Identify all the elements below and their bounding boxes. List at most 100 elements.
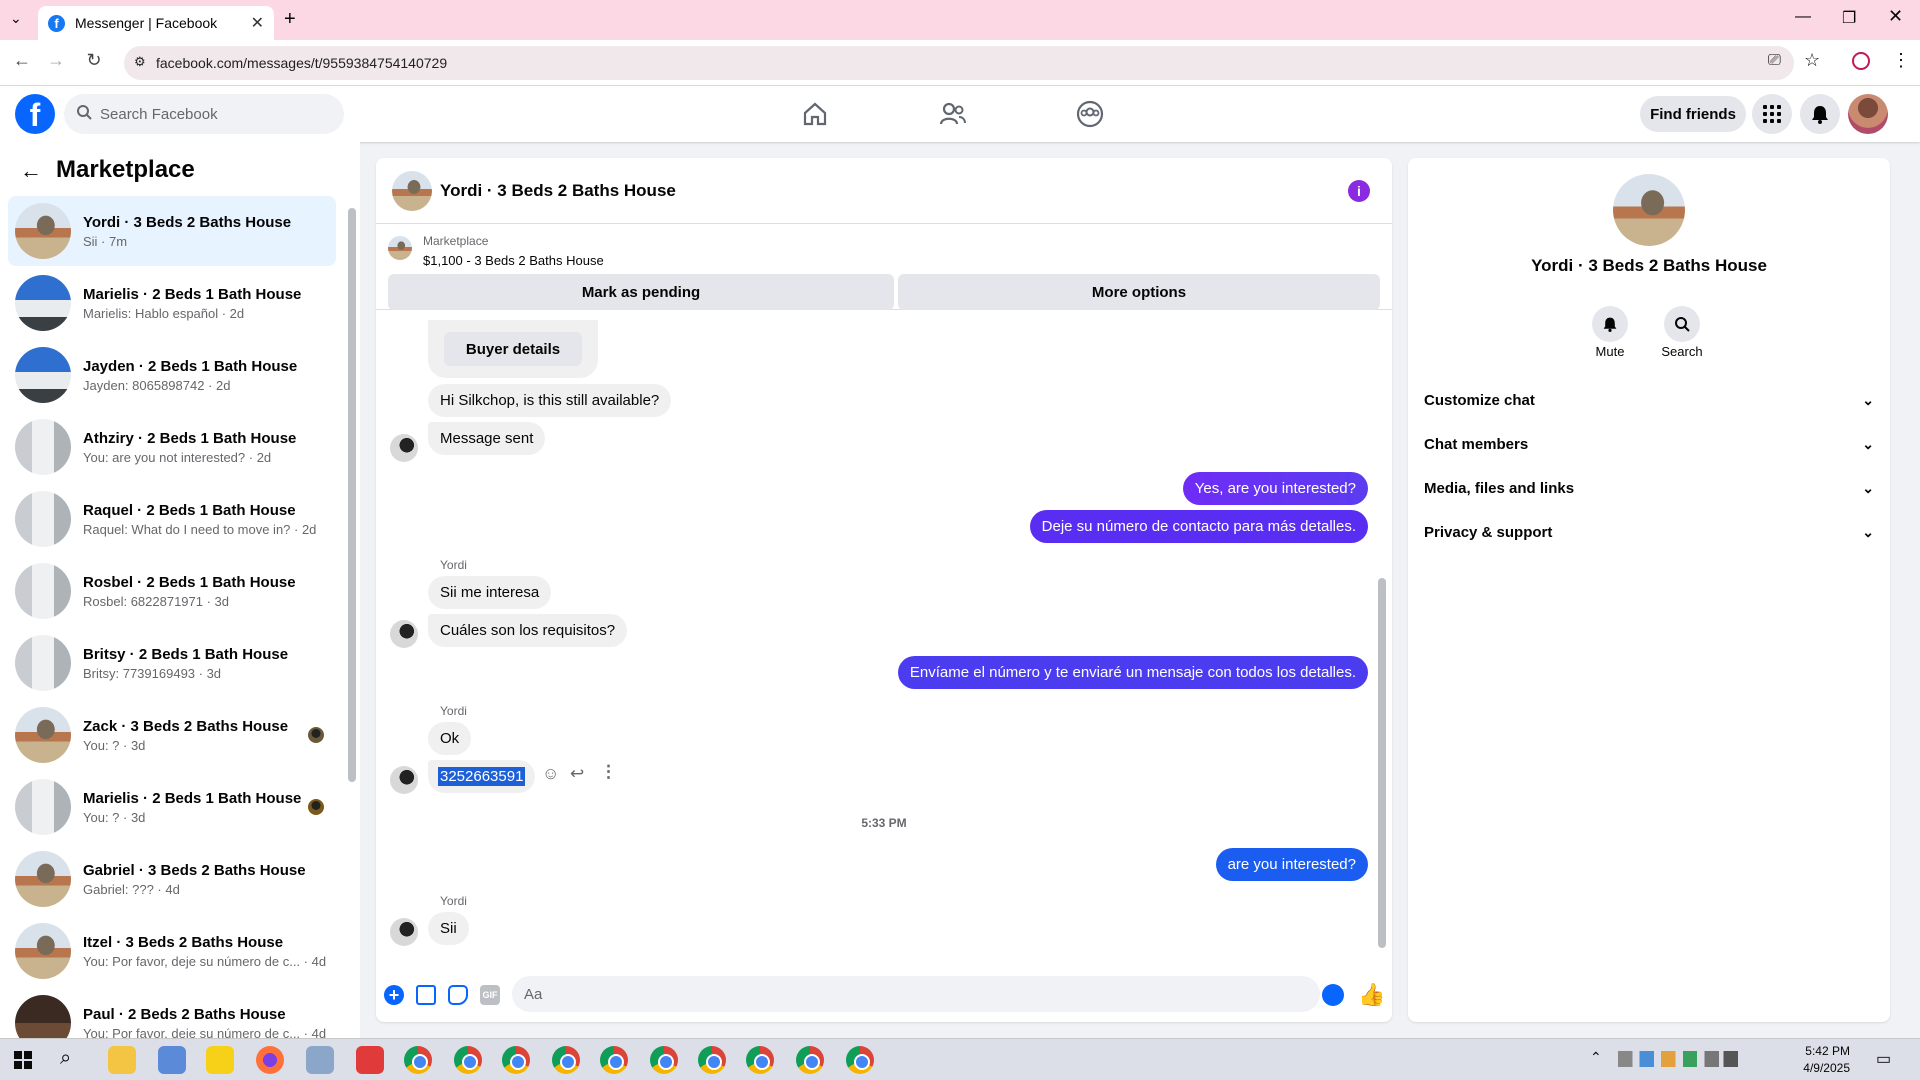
chrome-icon[interactable] xyxy=(650,1046,678,1074)
chat-list-item[interactable]: Jayden · 2 Beds 1 Bath House Jayden: 8065… xyxy=(8,340,336,410)
sticker-icon[interactable] xyxy=(448,985,468,1005)
clock-date[interactable]: 4/9/2025 xyxy=(1780,1061,1850,1075)
customize-chat-section[interactable]: Customize chat ⌄ xyxy=(1424,380,1874,420)
install-app-icon[interactable]: ⎚ xyxy=(1768,52,1781,70)
sender-avatar[interactable] xyxy=(390,434,418,462)
chat-list-scrollbar[interactable] xyxy=(348,208,356,782)
gif-icon[interactable]: GIF xyxy=(480,985,500,1005)
message-outgoing[interactable]: Deje su número de contacto para más deta… xyxy=(1029,510,1368,543)
chrome-icon[interactable] xyxy=(846,1046,874,1074)
app-icon[interactable] xyxy=(158,1046,186,1074)
message-outgoing[interactable]: Yes, are you interested? xyxy=(1182,472,1368,505)
browser-tab[interactable]: f Messenger | Facebook ✕ xyxy=(38,6,274,40)
message-outgoing[interactable]: Envíame el número y te enviaré un mensaj… xyxy=(897,656,1368,689)
mark-as-pending-button[interactable]: Mark as pending xyxy=(388,274,894,310)
friends-icon[interactable] xyxy=(935,96,971,132)
media-files-links-section[interactable]: Media, files and links ⌄ xyxy=(1424,468,1874,508)
photo-icon[interactable] xyxy=(416,985,436,1005)
message-input[interactable]: Aa xyxy=(512,976,1320,1012)
message-incoming[interactable]: Message sent xyxy=(428,422,546,455)
more-options-button[interactable]: More options xyxy=(898,274,1380,310)
conversation-thumbnail[interactable] xyxy=(392,171,432,211)
restore-icon[interactable]: ❐ xyxy=(1842,8,1856,28)
chrome-icon[interactable] xyxy=(796,1046,824,1074)
chat-list-item[interactable]: Marielis · 2 Beds 1 Bath House Marielis: … xyxy=(8,268,336,338)
sender-avatar[interactable] xyxy=(390,620,418,648)
windows-start-icon[interactable] xyxy=(14,1051,32,1069)
facebook-logo-icon[interactable]: f xyxy=(15,94,55,134)
clock-time[interactable]: 5:42 PM xyxy=(1780,1044,1850,1058)
file-explorer-icon[interactable] xyxy=(108,1046,136,1074)
message-incoming[interactable]: Ok xyxy=(428,722,472,755)
reply-icon[interactable]: ↩ xyxy=(570,764,584,784)
message-incoming[interactable]: Sii me interesa xyxy=(428,576,552,609)
chat-list-item[interactable]: Gabriel · 3 Beds 2 Baths House Gabriel: ?… xyxy=(8,844,336,914)
chat-list-item[interactable]: Athziry · 2 Beds 1 Bath House You: are yo… xyxy=(8,412,336,482)
notification-center-icon[interactable]: ▭ xyxy=(1876,1049,1891,1069)
minimize-icon[interactable]: — xyxy=(1795,8,1811,26)
react-emoji-icon[interactable]: ☺ xyxy=(542,764,559,784)
system-tray-chevron-icon[interactable]: ⌃ xyxy=(1590,1049,1602,1066)
info-icon[interactable]: i xyxy=(1348,180,1370,202)
more-actions-icon[interactable]: ⋮ xyxy=(600,762,617,782)
sticky-notes-icon[interactable] xyxy=(206,1046,234,1074)
chrome-icon[interactable] xyxy=(404,1046,432,1074)
chat-list-item[interactable]: Yordi · 3 Beds 2 Baths House Sii · 7m xyxy=(8,196,336,266)
chrome-icon[interactable] xyxy=(600,1046,628,1074)
chrome-icon[interactable] xyxy=(502,1046,530,1074)
sender-avatar[interactable] xyxy=(390,766,418,794)
taskbar-search-icon[interactable]: ⌕ xyxy=(60,1047,71,1070)
back-arrow-icon[interactable]: ← xyxy=(20,158,42,184)
buyer-details-button[interactable]: Buyer details xyxy=(444,332,582,366)
details-avatar[interactable] xyxy=(1613,174,1685,246)
listing-price[interactable]: $1,100 - 3 Beds 2 Baths House xyxy=(423,253,604,268)
window-close-icon[interactable]: ✕ xyxy=(1888,6,1903,27)
chat-list-item[interactable]: Rosbel · 2 Beds 1 Bath House Rosbel: 6822… xyxy=(8,556,336,626)
chrome-icon[interactable] xyxy=(552,1046,580,1074)
tray-icons[interactable] xyxy=(1618,1051,1738,1067)
search-input[interactable]: Search Facebook xyxy=(64,94,344,134)
firefox-icon[interactable] xyxy=(256,1046,284,1074)
groups-icon[interactable] xyxy=(1072,96,1108,132)
notifications-bell-icon[interactable] xyxy=(1800,94,1840,134)
reload-icon[interactable]: ↻ xyxy=(82,50,106,71)
chrome-icon[interactable] xyxy=(698,1046,726,1074)
emoji-icon[interactable] xyxy=(1322,984,1344,1006)
new-tab-icon[interactable]: + xyxy=(284,8,296,31)
message-incoming[interactable]: Hi Silkchop, is this still available? xyxy=(428,384,672,417)
chrome-icon[interactable] xyxy=(454,1046,482,1074)
conversation-title[interactable]: Yordi · 3 Beds 2 Baths House xyxy=(440,181,676,201)
account-avatar[interactable] xyxy=(1848,94,1888,134)
home-icon[interactable] xyxy=(797,96,833,132)
tab-close-icon[interactable]: ✕ xyxy=(251,13,264,33)
message-outgoing[interactable]: are you interested? xyxy=(1215,848,1368,881)
bookmark-star-icon[interactable]: ☆ xyxy=(1804,50,1820,71)
message-incoming-phone[interactable]: 3252663591 xyxy=(428,760,536,793)
message-incoming[interactable]: Sii xyxy=(428,912,469,945)
thumbs-up-icon[interactable]: 👍 xyxy=(1358,982,1385,1008)
forward-icon[interactable]: → xyxy=(44,50,68,71)
chat-list-item[interactable]: Britsy · 2 Beds 1 Bath House Britsy: 7739… xyxy=(8,628,336,698)
chat-list-item[interactable]: Marielis · 2 Beds 1 Bath House You: ? · 3… xyxy=(8,772,336,842)
chat-list-item[interactable]: Itzel · 3 Beds 2 Baths House You: Por fav… xyxy=(8,916,336,986)
chat-list-item[interactable]: Zack · 3 Beds 2 Baths House You: ? · 3d xyxy=(8,700,336,770)
chat-members-section[interactable]: Chat members ⌄ xyxy=(1424,424,1874,464)
app-icon[interactable] xyxy=(356,1046,384,1074)
find-friends-button[interactable]: Find friends xyxy=(1640,96,1746,132)
site-info-icon[interactable]: ⚙ xyxy=(134,54,146,70)
tab-list-icon[interactable]: ⌄ xyxy=(10,10,22,27)
menu-grid-icon[interactable] xyxy=(1752,94,1792,134)
sender-avatar[interactable] xyxy=(390,918,418,946)
app-icon[interactable] xyxy=(306,1046,334,1074)
chat-list-item[interactable]: Raquel · 2 Beds 1 Bath House Raquel: What… xyxy=(8,484,336,554)
profile-icon[interactable] xyxy=(1852,52,1870,70)
add-attachment-icon[interactable]: + xyxy=(384,985,404,1005)
url-field[interactable]: ⚙ facebook.com/messages/t/95593847541407… xyxy=(124,46,1794,80)
back-icon[interactable]: ← xyxy=(10,50,34,71)
browser-menu-icon[interactable]: ⋮ xyxy=(1892,50,1910,71)
message-incoming[interactable]: Cuáles son los requisitos? xyxy=(428,614,628,647)
search-conversation-button[interactable] xyxy=(1664,306,1700,342)
mute-button[interactable] xyxy=(1592,306,1628,342)
messages-scrollbar-thumb[interactable] xyxy=(1378,578,1386,948)
chrome-icon[interactable] xyxy=(746,1046,774,1074)
